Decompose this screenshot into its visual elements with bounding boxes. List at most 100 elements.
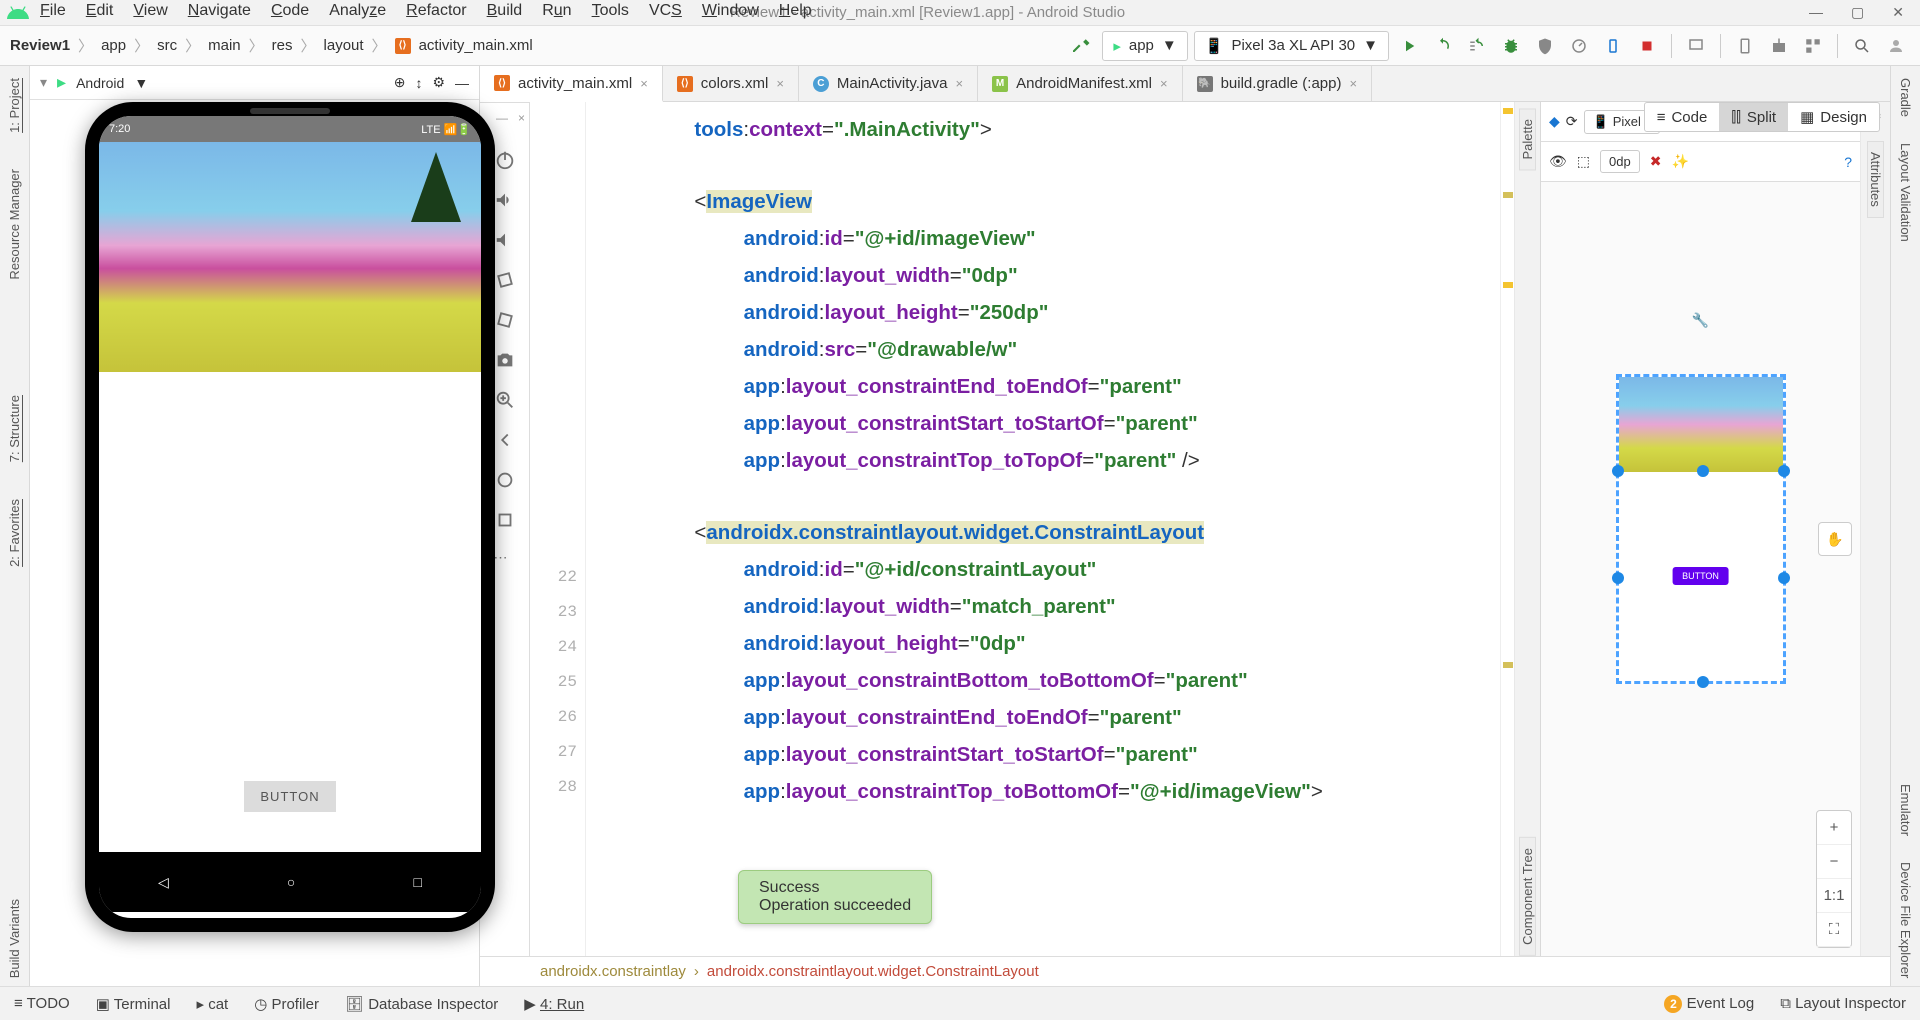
- attributes-tab[interactable]: Attributes: [1867, 141, 1884, 218]
- menu-code[interactable]: Code: [271, 2, 309, 20]
- power-icon[interactable]: [494, 149, 516, 171]
- menu-view[interactable]: View: [133, 2, 167, 20]
- zoom-icon[interactable]: [494, 389, 516, 411]
- project-tool-tab[interactable]: 1: Project: [7, 70, 22, 141]
- terminal-tool-tab[interactable]: ▣ Terminal: [96, 995, 171, 1013]
- palette-tab[interactable]: Palette: [1519, 108, 1536, 170]
- user-icon[interactable]: [1882, 32, 1910, 60]
- run-tool-tab[interactable]: ▶ 4: Run: [524, 995, 584, 1013]
- close-icon[interactable]: ✕: [1892, 4, 1904, 21]
- breadcrumb-src[interactable]: src: [157, 37, 177, 54]
- close-panel-icon[interactable]: ×: [518, 111, 525, 125]
- back-button-icon[interactable]: [494, 429, 516, 451]
- tab-manifest[interactable]: M AndroidManifest.xml ×: [978, 66, 1182, 101]
- expand-icon[interactable]: ↕: [415, 75, 422, 91]
- volume-up-icon[interactable]: [494, 189, 516, 211]
- selection-handle[interactable]: [1697, 465, 1709, 477]
- apply-code-changes-icon[interactable]: [1463, 32, 1491, 60]
- maximize-icon[interactable]: ▢: [1851, 4, 1864, 21]
- back-icon[interactable]: ◁: [158, 874, 169, 891]
- tab-main-activity[interactable]: C MainActivity.java ×: [799, 66, 978, 101]
- emulator-tool-tab[interactable]: Emulator: [1898, 776, 1913, 844]
- preview-device[interactable]: BUTTON: [1616, 374, 1786, 684]
- device-button[interactable]: BUTTON: [244, 781, 335, 812]
- selection-handle[interactable]: [1778, 465, 1790, 477]
- breadcrumb-layout[interactable]: layout: [324, 37, 364, 54]
- emulator-device[interactable]: 7:20 LTE 📶🔋 BUTTON ◁ ○ □: [85, 102, 495, 932]
- breadcrumb-module[interactable]: app: [101, 37, 126, 54]
- zoom-in-icon[interactable]: +: [1817, 811, 1851, 845]
- selection-handle[interactable]: [1612, 465, 1624, 477]
- vcs-update-icon[interactable]: [1682, 32, 1710, 60]
- component-tree-tab[interactable]: Component Tree: [1519, 837, 1536, 956]
- pan-icon[interactable]: ✋: [1818, 522, 1852, 556]
- close-tab-icon[interactable]: ×: [776, 76, 784, 91]
- menu-tools[interactable]: Tools: [592, 2, 629, 20]
- selection-handle[interactable]: [1778, 572, 1790, 584]
- menu-edit[interactable]: Edit: [86, 2, 114, 20]
- selection-handle[interactable]: [1612, 572, 1624, 584]
- breadcrumb-main[interactable]: main: [208, 37, 241, 54]
- close-tab-icon[interactable]: ×: [1350, 76, 1358, 91]
- favorites-tool-tab[interactable]: 2: Favorites: [7, 491, 22, 575]
- menu-analyze[interactable]: Analyze: [329, 2, 386, 20]
- code-editor[interactable]: 22232425262728 tools:context=".MainActiv…: [530, 102, 1514, 956]
- default-margin[interactable]: 0dp: [1600, 150, 1640, 173]
- menu-refactor[interactable]: Refactor: [406, 2, 466, 20]
- rotate-right-icon[interactable]: [494, 309, 516, 331]
- resource-manager-icon[interactable]: [1799, 32, 1827, 60]
- menu-vcs[interactable]: VCS: [649, 2, 682, 20]
- view-mode-design[interactable]: ▦ Design: [1788, 103, 1879, 131]
- tab-colors[interactable]: ⟨⟩ colors.xml ×: [663, 66, 799, 101]
- view-mode-split[interactable]: ⫿⫿ Split: [1719, 103, 1788, 131]
- close-tab-icon[interactable]: ×: [640, 76, 648, 91]
- device-file-explorer-tab[interactable]: Device File Explorer: [1898, 854, 1913, 986]
- hammer-icon[interactable]: [1068, 32, 1096, 60]
- tab-activity-main[interactable]: ⟨⟩ activity_main.xml ×: [480, 66, 663, 102]
- menu-file[interactable]: File: [40, 2, 66, 20]
- layers-icon[interactable]: ◆: [1549, 113, 1560, 130]
- overview-button-icon[interactable]: [494, 509, 516, 531]
- infer-constraints-icon[interactable]: ✨: [1671, 153, 1688, 170]
- gear-icon[interactable]: ⚙: [432, 74, 445, 91]
- close-tab-icon[interactable]: ×: [956, 76, 964, 91]
- minimize-panel-icon[interactable]: —: [496, 111, 508, 125]
- gradle-tool-tab[interactable]: Gradle: [1898, 70, 1913, 125]
- help-icon[interactable]: ?: [1844, 154, 1852, 170]
- sdk-manager-icon[interactable]: [1765, 32, 1793, 60]
- close-tab-icon[interactable]: ×: [1160, 76, 1168, 91]
- caret-down-icon[interactable]: ▾: [40, 74, 47, 91]
- database-inspector-tool-tab[interactable]: 🗄 Database Inspector: [345, 995, 498, 1013]
- apply-changes-icon[interactable]: [1429, 32, 1457, 60]
- dropdown-icon[interactable]: ▼: [134, 75, 148, 91]
- menu-help[interactable]: Help: [779, 2, 812, 20]
- breadcrumb-file[interactable]: activity_main.xml: [419, 37, 533, 54]
- hide-icon[interactable]: —: [455, 75, 469, 91]
- view-mode-code[interactable]: ≡ Code: [1645, 103, 1720, 131]
- profiler-tool-tab[interactable]: ◷ Profiler: [254, 995, 319, 1013]
- device-selector[interactable]: 📱 Pixel 3a XL API 30 ▼: [1194, 31, 1389, 61]
- camera-icon[interactable]: [494, 349, 516, 371]
- project-view-selector[interactable]: Android: [76, 75, 124, 91]
- zoom-11-icon[interactable]: 1:1: [1817, 879, 1851, 913]
- autoconnect-icon[interactable]: ⬚: [1577, 153, 1590, 170]
- event-log-tool-tab[interactable]: 2 Event Log: [1664, 995, 1754, 1013]
- recents-icon[interactable]: □: [413, 874, 421, 890]
- zoom-fit-icon[interactable]: ⛶: [1817, 913, 1851, 947]
- selection-handle[interactable]: [1697, 676, 1709, 688]
- orientation-icon[interactable]: ⟳: [1566, 113, 1578, 130]
- minimize-icon[interactable]: —: [1809, 4, 1823, 21]
- stop-icon[interactable]: [1633, 32, 1661, 60]
- layout-validation-tab[interactable]: Layout Validation: [1898, 135, 1913, 250]
- structure-tool-tab[interactable]: 7: Structure: [7, 387, 22, 470]
- zoom-out-icon[interactable]: −: [1817, 845, 1851, 879]
- code-text[interactable]: tools:context=".MainActivity"> <ImageVie…: [586, 102, 1500, 956]
- breadcrumb-res[interactable]: res: [272, 37, 293, 54]
- avd-manager-icon[interactable]: [1731, 32, 1759, 60]
- navigation-breadcrumb[interactable]: Review1〉 app〉 src〉 main〉 res〉 layout〉 ⟨⟩…: [10, 35, 533, 56]
- visibility-icon[interactable]: 👁: [1549, 153, 1567, 170]
- run-icon[interactable]: [1395, 32, 1423, 60]
- xml-breadcrumb-item[interactable]: androidx.constraintlayout.widget.Constra…: [707, 963, 1039, 980]
- error-stripe[interactable]: [1500, 102, 1514, 956]
- debug-icon[interactable]: [1497, 32, 1525, 60]
